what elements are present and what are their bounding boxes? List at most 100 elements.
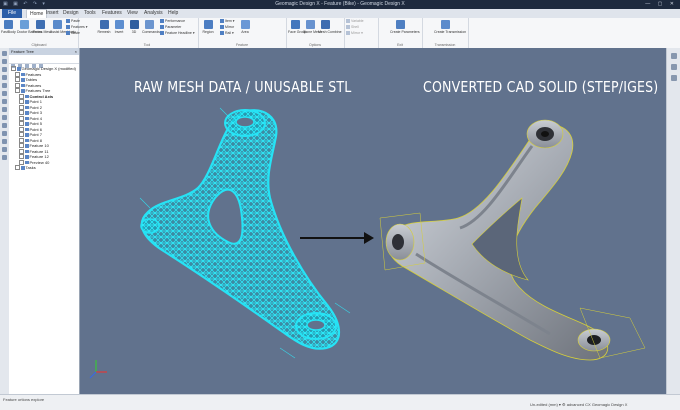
zoom-icon[interactable] [2,75,7,80]
doctor-icon [19,20,29,29]
3d-icon [129,20,139,29]
feature-node-icon [25,144,29,148]
focus-mesh-button[interactable]: Focus Mesh [33,20,52,34]
feature-node-icon [25,160,29,165]
3d-button[interactable]: 3D [127,20,141,34]
paste-item[interactable]: Paste [66,19,80,24]
measure-icon[interactable] [2,107,7,112]
item-dropdown[interactable]: Item ▾ [220,19,235,24]
feature-explorer-tab[interactable]: Feature ortions explore [3,397,44,402]
variable-icon [346,19,350,24]
feature-node-icon [25,94,29,99]
menu-help[interactable]: Help [168,10,178,16]
expand-toggle-icon[interactable] [19,132,24,138]
parameter-item[interactable]: Parameter [160,25,181,30]
invert-icon [114,20,124,29]
rail-dropdown[interactable]: Rail ▾ [220,31,234,36]
file-menu[interactable]: File [2,9,22,18]
rotate-icon[interactable] [2,67,7,72]
feature-tree-title: Feature Tree × [9,48,79,55]
mesh-combine-button[interactable]: Mesh Combine [318,20,342,34]
ribbon: FastBody Doctor Batteries Focus Mesh Ass… [0,18,680,49]
expand-toggle-icon[interactable] [19,143,24,149]
viewport-graphics [89,107,646,379]
paste-item-2[interactable]: Paste [66,31,80,36]
region-icon [203,20,213,29]
create-parameters-button[interactable]: Create Parameters [390,20,420,34]
parameter-icon [160,25,164,30]
expand-toggle-icon[interactable] [19,121,24,127]
assist-button[interactable]: Assist Meshlogic [50,20,76,34]
expand-toggle-icon[interactable] [11,66,16,72]
render-icon[interactable] [2,147,7,152]
menu-tools[interactable]: Tools [84,10,96,16]
stone-mesh-button[interactable]: Stone Mesh [303,20,322,34]
window-controls[interactable]: — ▢ ✕ [645,1,677,7]
remesh-icon [99,20,109,29]
expand-toggle-icon[interactable] [15,88,20,94]
display-icon[interactable] [671,53,677,59]
face-group-button[interactable]: Face Group [288,20,306,34]
menu-view[interactable]: View [127,10,138,16]
move-icon[interactable] [2,59,7,64]
feature-headline-item[interactable]: Feature Headline ▾ [160,31,195,36]
filter-icon[interactable] [2,123,7,128]
variable-item[interactable]: Variable [346,19,364,24]
section-icon[interactable] [2,99,7,104]
create-transmission-button[interactable]: Create Transmission [434,20,466,34]
menu-insert[interactable]: Insert [46,10,59,16]
menu-design[interactable]: Design [63,10,79,16]
light-icon[interactable] [2,139,7,144]
fit-icon[interactable] [2,83,7,88]
tree-item-label: Preview 40 [29,159,50,165]
layer-icon[interactable] [2,115,7,120]
mirror-item[interactable]: Mirror [220,25,234,30]
feature-tree-panel: Feature Tree × Geomagic Design X (modifie… [9,48,80,394]
expand-toggle-icon[interactable] [19,99,24,105]
features-item[interactable]: Features ▾ [66,25,88,30]
performance-item[interactable]: Performance [160,19,185,24]
headline-icon [160,31,164,36]
tree-item-label: Feature 12 [29,154,49,159]
tree-item-label: Point 8 [29,137,42,143]
feature-node-icon [25,138,29,143]
fastbody-button[interactable]: FastBody [1,20,16,34]
expand-toggle-icon[interactable] [15,165,20,171]
tree-item[interactable]: Tasks [9,165,79,171]
expand-toggle-icon[interactable] [19,110,24,116]
snap-icon[interactable] [2,155,7,160]
expand-toggle-icon[interactable] [19,154,24,160]
mirror-item-2[interactable]: Mirror ▾ [346,31,363,36]
model-viewport[interactable]: RAW MESH DATA / UNUSABLE STL CONVERTED C… [80,48,666,394]
select-icon[interactable] [2,51,7,56]
feature-node-icon [17,67,21,71]
exit-group-label: Exit [397,43,403,47]
face-group-icon [290,20,300,29]
feature-node-icon [25,111,29,115]
invert-button[interactable]: Invert [112,20,126,34]
property-icon[interactable] [671,64,677,70]
view-icon[interactable] [2,91,7,96]
grid-icon[interactable] [2,131,7,136]
title-bar: ▣ ▣ ↶ ↷ ▾ Geomagic Design X - Feature (B… [0,0,680,9]
menu-analysis[interactable]: Analysis [144,10,163,16]
expand-toggle-icon[interactable] [15,77,20,83]
help-icon[interactable] [671,75,677,81]
tree-item-label: Tables [25,77,38,82]
region-button[interactable]: Region [201,20,215,34]
doctor-button[interactable]: Doctor Batteries [17,20,42,34]
commands-button[interactable]: Commands [142,20,160,34]
transmission-icon [440,20,450,29]
remesh-button[interactable]: Remesh [97,20,111,34]
tree-item[interactable]: Geomagic Design X (modified) [9,66,79,72]
tree-item-label: Features [25,82,42,88]
commands-icon [144,20,154,29]
feature-node-icon [21,83,25,88]
arrow-icon [300,232,374,244]
tree-item-label: Feature 10 [29,143,49,148]
area-button[interactable]: Area [238,20,252,34]
close-icon[interactable]: × [75,48,77,55]
shell-icon [346,25,350,30]
shell-item[interactable]: Shell [346,25,359,30]
menu-features[interactable]: Features [102,10,122,16]
